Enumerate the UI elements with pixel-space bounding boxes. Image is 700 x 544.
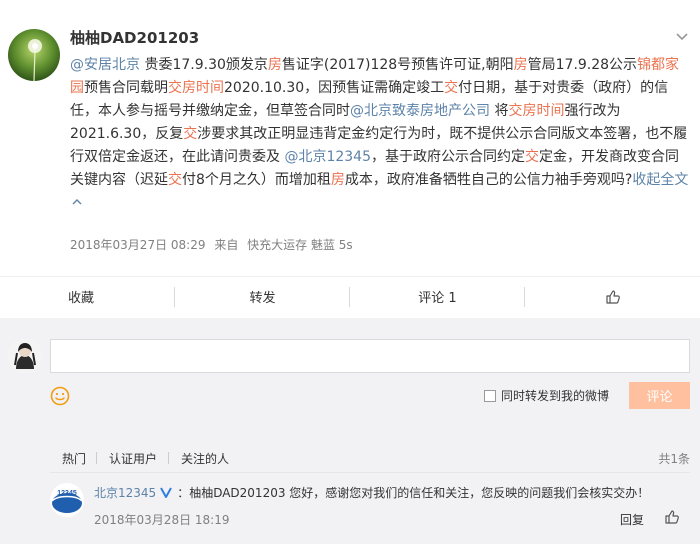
reply-text: ：柚柚DAD201203 您好，感谢您对我们的信任和关注，您反映的问题我们会核实… — [177, 486, 650, 500]
mention-link[interactable]: @安居北京 — [70, 57, 140, 73]
post-text: 成本，政府准备牺牲自己的公信力袖手旁观吗? — [344, 172, 633, 188]
like-button[interactable] — [525, 277, 700, 317]
divider — [50, 472, 690, 473]
repost-checkbox[interactable] — [484, 390, 496, 402]
reply-button[interactable]: 回复 — [620, 511, 644, 528]
submit-comment-button[interactable]: 评论 — [629, 382, 690, 409]
reply-avatar[interactable]: 12345 — [50, 483, 84, 517]
reply-date: 2018年03月28日 18:19 — [94, 513, 230, 527]
current-user-avatar — [8, 339, 42, 373]
thumbs-up-icon — [605, 289, 620, 304]
post-text: 预售合同载明 — [84, 80, 168, 96]
keyword-link[interactable]: 交 — [525, 149, 539, 165]
chevron-down-icon[interactable] — [674, 30, 690, 44]
post-text: 管局17.9.28公示 — [527, 57, 638, 73]
favorite-label: 收藏 — [68, 291, 95, 306]
post-meta: 2018年03月27日 08:29 来自 快充大运存 魅蓝 5s — [70, 236, 358, 253]
verified-v-icon — [160, 487, 173, 498]
keyword-link[interactable]: 交房时间 — [508, 103, 564, 119]
author-avatar[interactable] — [8, 29, 60, 81]
keyword-link[interactable]: 房 — [268, 57, 282, 73]
keyword-link[interactable]: 交 — [183, 126, 197, 142]
keyword-link[interactable]: 交 — [168, 172, 182, 188]
mention-link[interactable]: @北京12345 — [284, 149, 371, 165]
comment-input[interactable] — [50, 339, 690, 373]
comment-label: 评论 1 — [418, 291, 457, 306]
post-text: 付8个月之久）而增加租 — [182, 172, 331, 188]
keyword-link[interactable]: 交 — [444, 80, 458, 96]
repost-checkbox-label: 同时转发到我的微博 — [501, 389, 610, 403]
thumbs-up-icon[interactable] — [664, 509, 680, 525]
comment-total: 共1条 — [658, 452, 690, 466]
mention-link[interactable]: @北京致泰房地产公司 — [350, 103, 490, 119]
post-date[interactable]: 2018年03月27日 08:29 — [70, 238, 205, 252]
reply-author[interactable]: 北京12345 — [94, 486, 156, 500]
repost-button[interactable]: 转发 — [175, 277, 350, 317]
post-text: 贵委17.9.30颁发京 — [140, 57, 268, 73]
comment-section: 同时转发到我的微博 评论 热门 认证用户 关注的人 共1条 12345 北京12… — [0, 318, 700, 544]
post-text: ，基于政府公示合同约定 — [371, 149, 525, 165]
keyword-link[interactable]: 房 — [331, 172, 345, 188]
post-text: 2020.10.30，因预售证需确定竣工 — [224, 80, 445, 96]
keyword-link[interactable]: 交房时间 — [168, 80, 224, 96]
comment-button[interactable]: 评论 1 — [350, 277, 525, 317]
author-name[interactable]: 柚柚DAD201203 — [70, 27, 199, 48]
post-content: @安居北京 贵委17.9.30颁发京房售证字(2017)128号预售许可证,朝阳… — [70, 54, 690, 215]
source-prefix: 来自 — [214, 238, 239, 252]
comment-filter-bar: 热门 认证用户 关注的人 共1条 — [50, 446, 690, 470]
action-bar: 收藏 转发 评论 1 — [0, 276, 700, 316]
divider — [96, 452, 97, 464]
post-text: 售证字(2017)128号预售许可证,朝阳 — [281, 57, 514, 73]
post-source: 快充大运存 魅蓝 5s — [247, 238, 353, 252]
reply-logo-text: 12345 — [57, 490, 77, 497]
repost-label: 转发 — [249, 291, 276, 306]
chevron-up-icon — [72, 199, 82, 205]
post-text: 将 — [490, 103, 509, 119]
weibo-post: 柚柚DAD201203 @安居北京 贵委17.9.30颁发京房售证字(2017)… — [0, 0, 700, 274]
tab-following[interactable]: 关注的人 — [181, 450, 229, 467]
tab-hot[interactable]: 热门 — [62, 450, 86, 467]
keyword-link[interactable]: 房 — [514, 57, 528, 73]
favorite-button[interactable]: 收藏 — [0, 277, 175, 317]
emoji-icon[interactable] — [50, 386, 70, 406]
tab-verified-users[interactable]: 认证用户 — [109, 450, 157, 467]
reply-content: 北京12345 ：柚柚DAD201203 您好，感谢您对我们的信任和关注，您反映的… — [94, 484, 649, 501]
divider — [168, 452, 169, 464]
